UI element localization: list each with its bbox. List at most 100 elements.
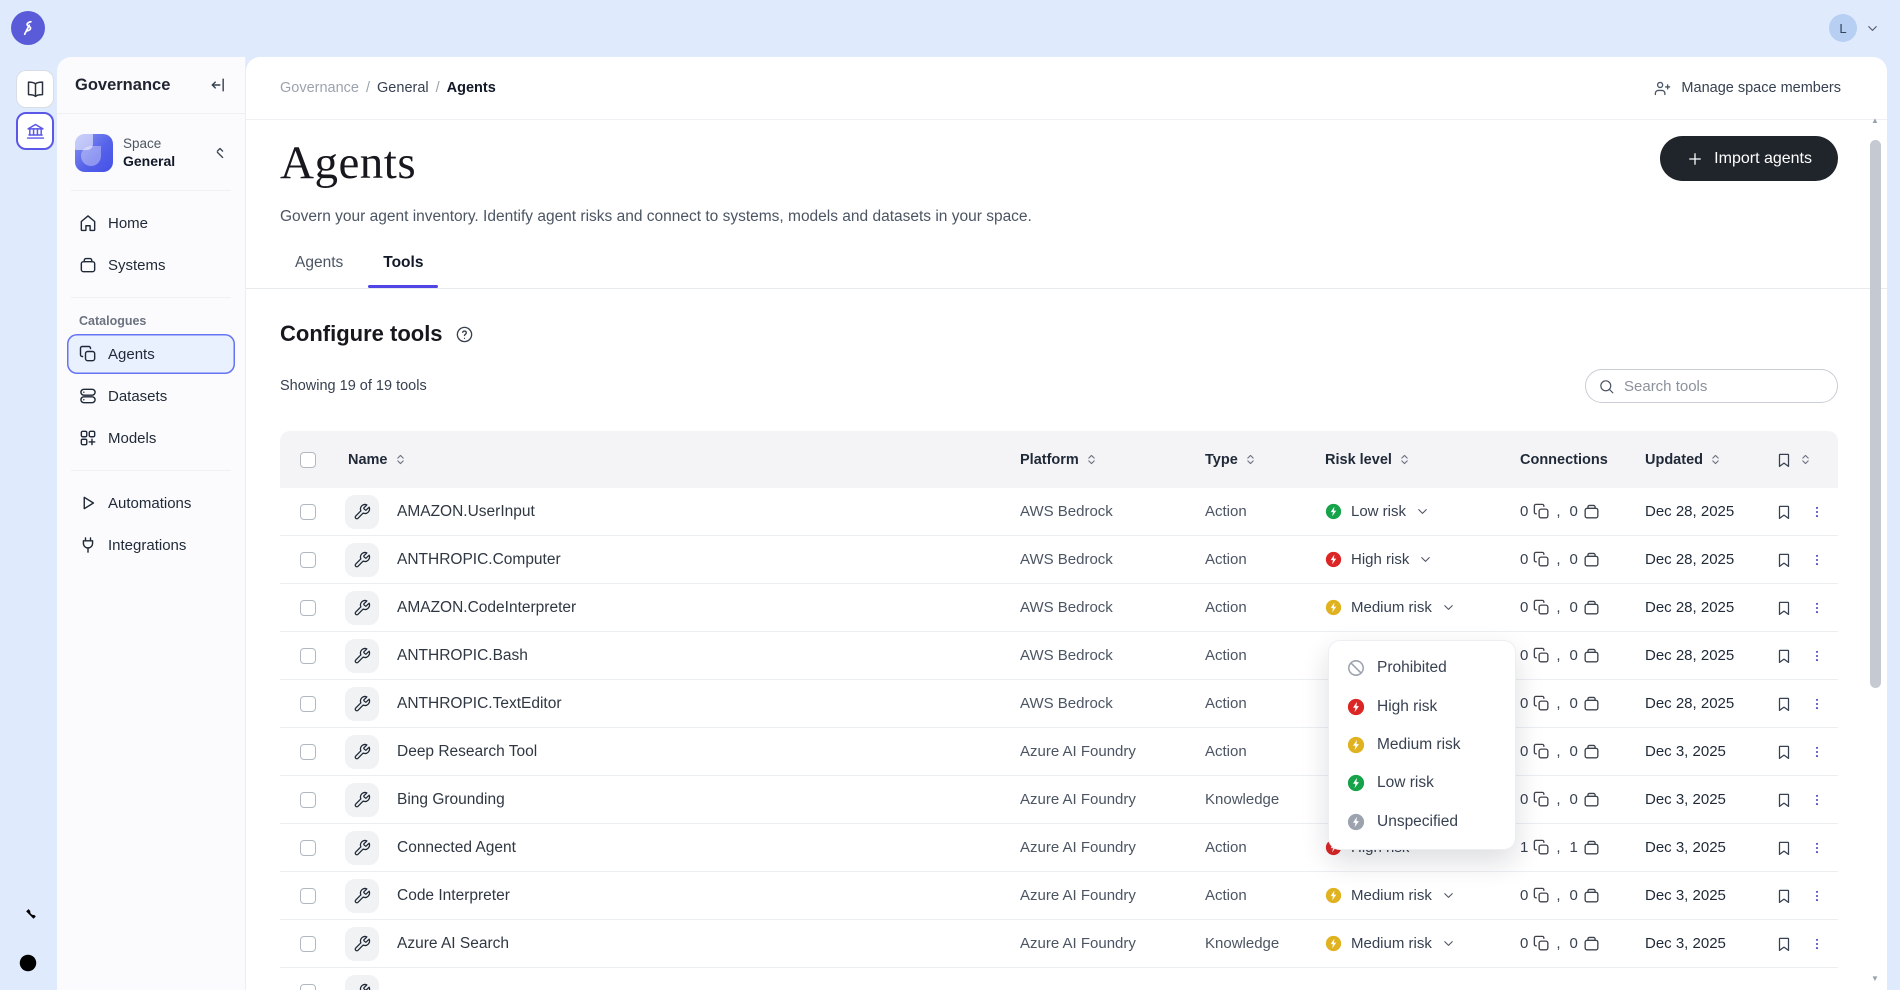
column-header-platform[interactable]: Platform <box>1020 452 1205 468</box>
avatar[interactable]: L <box>1829 14 1857 42</box>
sidebar-item-automations[interactable]: Automations <box>67 483 235 523</box>
space-label: Space <box>123 135 162 151</box>
sort-icon <box>1085 452 1098 467</box>
bookmark-button[interactable] <box>1775 695 1793 713</box>
row-checkbox[interactable] <box>300 887 316 904</box>
tab-tools[interactable]: Tools <box>368 254 439 288</box>
systems-icon <box>1582 598 1601 617</box>
space-selector[interactable]: Space General <box>71 128 233 178</box>
row-checkbox[interactable] <box>300 935 316 952</box>
row-checkbox[interactable] <box>300 791 316 808</box>
row-menu-button[interactable] <box>1810 551 1824 569</box>
help-circle-icon[interactable] <box>455 325 474 344</box>
copy-icon <box>1532 838 1551 857</box>
play-icon <box>78 493 98 513</box>
sidebar-item-datasets[interactable]: Datasets <box>67 376 235 416</box>
table-header: Name Platform Type Risk level Connections Upd… <box>280 431 1838 488</box>
collapse-sidebar-icon[interactable] <box>209 75 229 95</box>
row-menu-button[interactable] <box>1810 743 1824 761</box>
row-checkbox[interactable] <box>300 551 316 568</box>
chevron-down-icon[interactable] <box>1865 21 1880 36</box>
column-header-risk-level[interactable]: Risk level <box>1325 452 1520 468</box>
bookmark-button[interactable] <box>1775 503 1793 521</box>
import-agents-button[interactable]: Import agents <box>1660 136 1838 181</box>
tool-name: ANTHROPIC.TextEditor <box>397 694 562 712</box>
risk-level-select[interactable]: Medium risk <box>1325 887 1456 904</box>
copy-icon <box>1532 790 1551 809</box>
database-icon <box>78 386 98 406</box>
sidebar-item-label: Home <box>108 214 149 232</box>
rail-info-icon[interactable] <box>17 952 39 974</box>
column-header-updated[interactable]: Updated <box>1645 452 1775 468</box>
sidebar-item-systems[interactable]: Systems <box>67 245 235 285</box>
column-header-name[interactable]: Name <box>336 452 1020 468</box>
row-checkbox[interactable] <box>300 599 316 616</box>
tool-icon-box <box>345 494 379 529</box>
risk-option-high[interactable]: High risk <box>1329 687 1515 725</box>
connections-agents-count: 1 <box>1520 839 1529 856</box>
connections-agents-count: 0 <box>1520 647 1529 664</box>
bookmark-button[interactable] <box>1775 935 1793 953</box>
row-checkbox[interactable] <box>300 743 316 760</box>
scrollbar-up-arrow[interactable]: ▲ <box>1871 116 1879 125</box>
breadcrumb-governance[interactable]: Governance <box>280 80 359 96</box>
risk-option-label: Medium risk <box>1377 735 1461 753</box>
sidebar: Governance Space General Home Systems Ca… <box>57 57 246 990</box>
sidebar-item-home[interactable]: Home <box>67 203 235 243</box>
row-menu-button[interactable] <box>1810 695 1824 713</box>
row-checkbox[interactable] <box>300 839 316 856</box>
chevron-down-icon <box>1441 888 1456 903</box>
rail-library-button[interactable] <box>16 70 54 108</box>
app-logo[interactable] <box>11 11 45 45</box>
risk-option-unspecified[interactable]: Unspecified <box>1329 803 1515 841</box>
scrollbar-thumb[interactable] <box>1870 140 1881 688</box>
scrollbar-down-arrow[interactable]: ▼ <box>1871 974 1879 983</box>
search-input[interactable] <box>1624 377 1825 395</box>
sidebar-item-models[interactable]: Models <box>67 418 235 458</box>
risk-option-prohibited[interactable]: Prohibited <box>1329 649 1515 687</box>
rail-governance-button[interactable] <box>16 112 54 150</box>
bookmark-button[interactable] <box>1775 839 1793 857</box>
risk-level-select[interactable]: Low risk <box>1325 503 1430 520</box>
updated-date: Dec 3, 2025 <box>1645 935 1726 952</box>
manage-space-members-button[interactable]: Manage space members <box>1653 79 1841 98</box>
bookmark-button[interactable] <box>1775 551 1793 569</box>
bookmark-button[interactable] <box>1775 647 1793 665</box>
row-menu-button[interactable] <box>1810 887 1824 905</box>
row-menu-button[interactable] <box>1810 503 1824 521</box>
row-checkbox[interactable] <box>300 647 316 664</box>
row-menu-button[interactable] <box>1810 599 1824 617</box>
row-menu-button[interactable] <box>1810 839 1824 857</box>
risk-level-select[interactable]: Medium risk <box>1325 935 1456 952</box>
risk-level-select[interactable]: High risk <box>1325 551 1433 568</box>
table-row: Bing Grounding Azure AI Foundry Knowledge 0… <box>280 776 1838 824</box>
platform-value: AWS Bedrock <box>1020 647 1113 664</box>
connections-agents-count: 0 <box>1520 743 1529 760</box>
search-icon <box>1598 378 1615 395</box>
sidebar-item-integrations[interactable]: Integrations <box>67 525 235 565</box>
bookmark-button[interactable] <box>1775 743 1793 761</box>
row-menu-button[interactable] <box>1810 791 1824 809</box>
select-all-checkbox[interactable] <box>300 451 316 468</box>
bookmark-button[interactable] <box>1775 791 1793 809</box>
risk-option-medium[interactable]: Medium risk <box>1329 726 1515 764</box>
search-tools-box[interactable] <box>1585 369 1838 403</box>
column-header-type[interactable]: Type <box>1205 452 1325 468</box>
row-checkbox[interactable] <box>300 503 316 520</box>
tab-agents[interactable]: Agents <box>280 254 358 288</box>
sidebar-item-agents[interactable]: Agents <box>67 334 235 374</box>
breadcrumb-general[interactable]: General <box>377 80 429 96</box>
platform-value: AWS Bedrock <box>1020 551 1113 568</box>
column-header-connections: Connections <box>1520 451 1608 468</box>
bookmark-button[interactable] <box>1775 599 1793 617</box>
row-checkbox[interactable] <box>300 983 316 990</box>
bookmark-button[interactable] <box>1775 887 1793 905</box>
row-checkbox[interactable] <box>300 695 316 712</box>
risk-option-low[interactable]: Low risk <box>1329 764 1515 802</box>
column-header-bookmark[interactable] <box>1775 451 1810 469</box>
rail-tools-icon[interactable] <box>17 905 39 927</box>
risk-level-select[interactable]: Medium risk <box>1325 599 1456 616</box>
row-menu-button[interactable] <box>1810 935 1824 953</box>
main-content: Governance / General / Agents Manage spa… <box>246 57 1887 990</box>
row-menu-button[interactable] <box>1810 647 1824 665</box>
